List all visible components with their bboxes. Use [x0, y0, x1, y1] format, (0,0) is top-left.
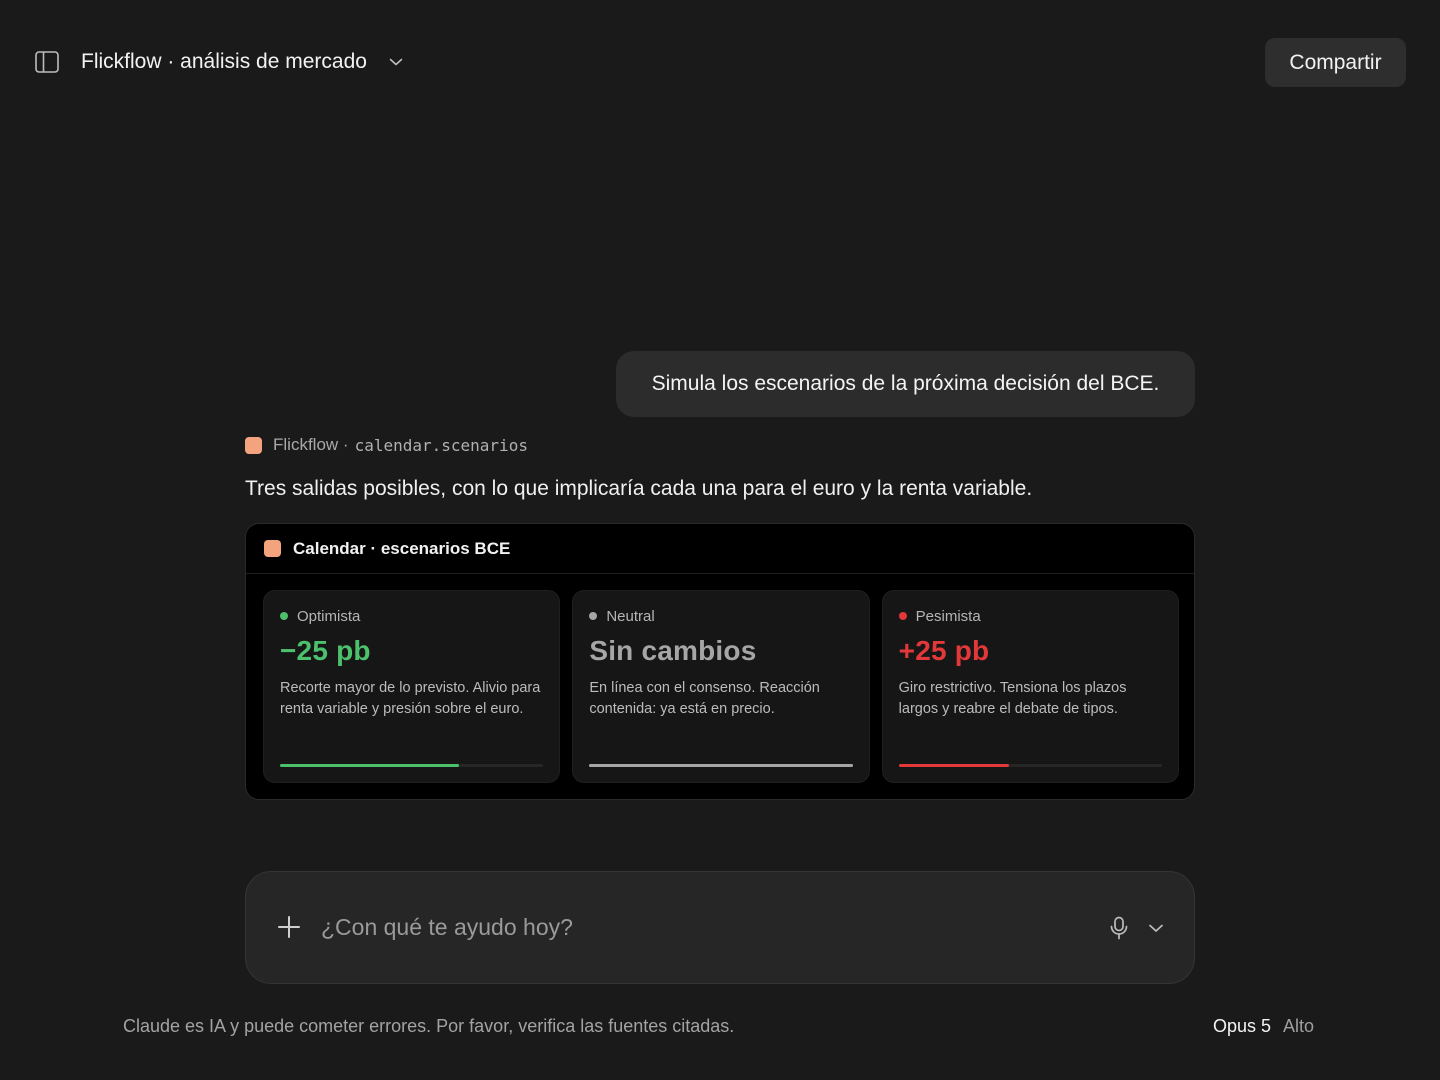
scenario-label-row: Neutral [589, 607, 852, 625]
scenario-cards: Optimista −25 pb Recorte mayor de lo pre… [263, 590, 1179, 783]
voice-input-button[interactable] [1108, 915, 1130, 941]
scenario-card-neutral[interactable]: Neutral Sin cambios En línea con el cons… [572, 590, 870, 783]
user-message-text: Simula los escenarios de la próxima deci… [651, 372, 1160, 395]
prompt-input[interactable] [321, 910, 1081, 944]
user-message-bubble: Simula los escenarios de la próxima deci… [616, 351, 1195, 417]
add-attachment-button[interactable] [276, 914, 302, 940]
widget-title: Calendar · escenarios BCE [293, 538, 511, 558]
scenario-label: Optimista [297, 607, 361, 625]
status-dot-icon [589, 612, 598, 620]
scenario-value: +25 pb [898, 635, 990, 666]
scenarios-widget: Calendar · escenarios BCE Optimista −25 … [245, 523, 1195, 800]
scenario-description: Recorte mayor de lo previsto. Alivio par… [280, 680, 541, 717]
status-dot-icon [280, 612, 288, 620]
chevron-down-icon [389, 57, 403, 67]
scenario-value: Sin cambios [589, 635, 757, 666]
scenario-label: Pesimista [915, 607, 981, 625]
scenario-progress-bar [898, 764, 1162, 767]
chat-app: Flickflow · análisis de mercado Comparti… [0, 0, 1440, 1080]
scenario-progress-fill [280, 764, 460, 767]
conversation-title-menu[interactable]: Flickflow · análisis de mercado [81, 48, 403, 76]
disclaimer-text: Claude es IA y puede cometer errores. Po… [123, 1016, 735, 1036]
sidebar-icon [35, 51, 59, 73]
tool-call-indicator[interactable]: Flickflow · calendar.scenarios [245, 434, 528, 456]
widget-header: Calendar · escenarios BCE [246, 524, 1194, 574]
tool-app-name: Flickflow · [273, 435, 349, 454]
scenario-description: En línea con el consenso. Reacción conte… [589, 680, 820, 717]
scenario-label-row: Optimista [280, 607, 543, 625]
scenario-description: Giro restrictivo. Tensiona los plazos la… [898, 680, 1127, 717]
conversation-title: Flickflow · análisis de mercado [81, 50, 367, 73]
scenario-card-optimista[interactable]: Optimista −25 pb Recorte mayor de lo pre… [263, 590, 561, 783]
model-selector[interactable]: Opus 5 Alto [1213, 1016, 1314, 1037]
app-logo-icon [245, 436, 262, 454]
effort-level: Alto [1283, 1016, 1315, 1036]
status-dot-icon [898, 612, 907, 620]
top-bar: Flickflow · análisis de mercado Comparti… [0, 0, 1440, 124]
microphone-icon [1110, 916, 1128, 940]
message-composer [245, 871, 1195, 984]
scenario-label-row: Pesimista [898, 607, 1162, 625]
scenario-progress-fill [898, 764, 1010, 767]
scenario-progress-bar [589, 764, 853, 767]
tool-function-name: calendar.scenarios [354, 435, 528, 455]
sidebar-toggle-button[interactable] [34, 50, 60, 74]
scenario-progress-fill [589, 764, 853, 767]
share-button[interactable]: Compartir [1265, 38, 1406, 87]
plus-icon [278, 916, 300, 938]
composer-options-button[interactable] [1147, 919, 1165, 937]
app-logo-icon [264, 540, 281, 557]
assistant-message-text: Tres salidas posibles, con lo que implic… [245, 477, 1033, 500]
scenario-card-pesimista[interactable]: Pesimista +25 pb Giro restrictivo. Tensi… [881, 590, 1179, 783]
model-name: Opus 5 [1213, 1016, 1272, 1036]
scenario-value: −25 pb [280, 635, 371, 666]
scenario-label: Neutral [606, 607, 655, 625]
chevron-down-icon [1149, 924, 1163, 932]
scenario-progress-bar [280, 764, 544, 767]
